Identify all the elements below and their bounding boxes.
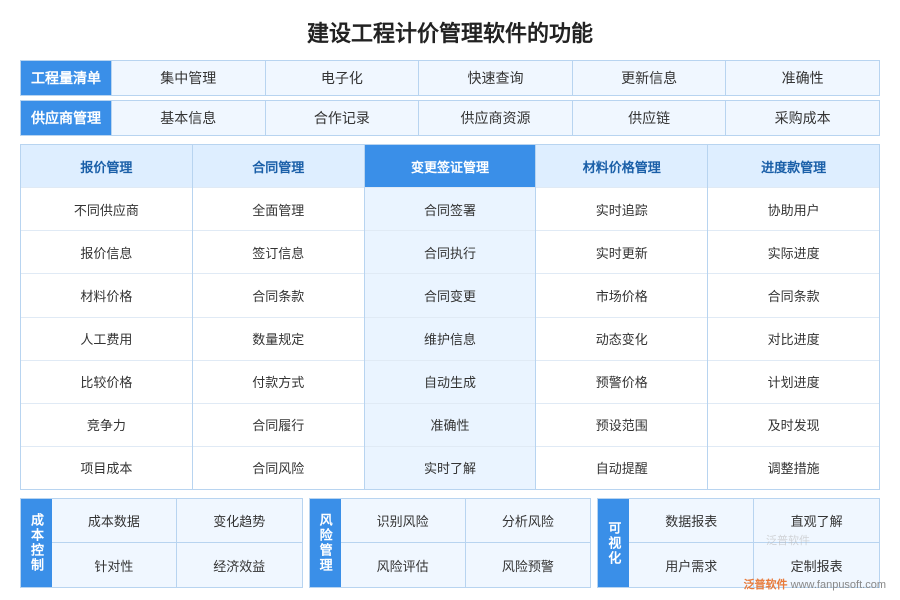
- grid-cell-4-4: 计划进度: [708, 361, 879, 404]
- bottom-cell-0-0: 成本数据: [52, 499, 177, 543]
- row2-cells: 基本信息合作记录供应商资源供应链采购成本: [111, 101, 879, 135]
- logo: 泛普软件 www.fanpusoft.com: [744, 576, 886, 592]
- bottom-cell-2-0: 数据报表: [629, 499, 754, 543]
- row1: 工程量清单 集中管理电子化快速查询更新信息准确性: [20, 60, 880, 96]
- row2-cell-4: 采购成本: [725, 101, 879, 135]
- bottom-section: 成本控制成本数据变化趋势针对性经济效益风险管理识别风险分析风险风险评估风险预警可…: [20, 498, 880, 588]
- row2-cell-0: 基本信息: [111, 101, 265, 135]
- grid-cell-2-2: 合同变更: [365, 274, 536, 317]
- bottom-grid-0: 成本数据变化趋势针对性经济效益: [52, 499, 302, 587]
- grid-col-1: 合同管理全面管理签订信息合同条款数量规定付款方式合同履行合同风险: [193, 145, 365, 489]
- main-grid: 报价管理不同供应商报价信息材料价格人工费用比较价格竞争力项目成本合同管理全面管理…: [20, 144, 880, 490]
- row1-cell-1: 电子化: [265, 61, 419, 95]
- grid-cell-3-2: 市场价格: [536, 274, 707, 317]
- grid-cell-1-1: 签订信息: [193, 231, 364, 274]
- grid-cell-2-1: 合同执行: [365, 231, 536, 274]
- grid-cell-2-4: 自动生成: [365, 361, 536, 404]
- row1-cell-3: 更新信息: [572, 61, 726, 95]
- row2-cell-2: 供应商资源: [418, 101, 572, 135]
- grid-cell-1-3: 数量规定: [193, 318, 364, 361]
- grid-cell-1-2: 合同条款: [193, 274, 364, 317]
- row1-cell-2: 快速查询: [418, 61, 572, 95]
- page-title: 建设工程计价管理软件的功能: [20, 16, 880, 48]
- grid-cell-4-0: 协助用户: [708, 188, 879, 231]
- grid-cell-4-6: 调整措施: [708, 447, 879, 489]
- bottom-cell-0-2: 针对性: [52, 543, 177, 587]
- bottom-grid-1: 识别风险分析风险风险评估风险预警: [341, 499, 591, 587]
- row1-cell-0: 集中管理: [111, 61, 265, 95]
- top-rows: 工程量清单 集中管理电子化快速查询更新信息准确性 供应商管理 基本信息合作记录供…: [20, 60, 880, 136]
- watermark: 泛普软件: [766, 532, 810, 548]
- row2-cell-1: 合作记录: [265, 101, 419, 135]
- bottom-cell-2-2: 用户需求: [629, 543, 754, 587]
- grid-cell-4-3: 对比进度: [708, 318, 879, 361]
- grid-col-0: 报价管理不同供应商报价信息材料价格人工费用比较价格竞争力项目成本: [21, 145, 193, 489]
- grid-cell-3-4: 预警价格: [536, 361, 707, 404]
- bottom-cell-1-2: 风险评估: [341, 543, 466, 587]
- bottom-cell-0-1: 变化趋势: [177, 499, 302, 543]
- grid-cell-0-0: 不同供应商: [21, 188, 192, 231]
- row2-cell-3: 供应链: [572, 101, 726, 135]
- bottom-block-2: 可视化数据报表直观了解用户需求定制报表: [597, 498, 880, 588]
- grid-cell-3-3: 动态变化: [536, 318, 707, 361]
- grid-cell-1-0: 全面管理: [193, 188, 364, 231]
- grid-col-header-2: 变更签证管理: [365, 145, 536, 188]
- bottom-label-0: 成本控制: [21, 499, 52, 587]
- row2: 供应商管理 基本信息合作记录供应商资源供应链采购成本: [20, 100, 880, 136]
- bottom-grid-2: 数据报表直观了解用户需求定制报表: [629, 499, 879, 587]
- grid-cell-1-4: 付款方式: [193, 361, 364, 404]
- bottom-cell-0-3: 经济效益: [177, 543, 302, 587]
- grid-cell-0-5: 竞争力: [21, 404, 192, 447]
- bottom-cell-1-1: 分析风险: [466, 499, 591, 543]
- grid-col-2: 变更签证管理合同签署合同执行合同变更维护信息自动生成准确性实时了解: [365, 145, 537, 489]
- grid-cell-2-5: 准确性: [365, 404, 536, 447]
- bottom-label-2: 可视化: [598, 499, 629, 587]
- grid-col-header-0: 报价管理: [21, 145, 192, 188]
- grid-cell-0-2: 材料价格: [21, 274, 192, 317]
- grid-cell-1-5: 合同履行: [193, 404, 364, 447]
- grid-cell-4-5: 及时发现: [708, 404, 879, 447]
- grid-cell-3-0: 实时追踪: [536, 188, 707, 231]
- grid-cell-0-1: 报价信息: [21, 231, 192, 274]
- grid-cell-3-1: 实时更新: [536, 231, 707, 274]
- grid-cell-0-4: 比较价格: [21, 361, 192, 404]
- row1-cell-4: 准确性: [725, 61, 879, 95]
- grid-cell-3-5: 预设范围: [536, 404, 707, 447]
- bottom-block-0: 成本控制成本数据变化趋势针对性经济效益: [20, 498, 303, 588]
- grid-col-header-3: 材料价格管理: [536, 145, 707, 188]
- grid-cell-0-6: 项目成本: [21, 447, 192, 489]
- grid-cell-2-0: 合同签署: [365, 188, 536, 231]
- grid-col-header-1: 合同管理: [193, 145, 364, 188]
- row2-label: 供应商管理: [21, 101, 111, 135]
- row1-label: 工程量清单: [21, 61, 111, 95]
- grid-col-header-4: 进度款管理: [708, 145, 879, 188]
- bottom-block-1: 风险管理识别风险分析风险风险评估风险预警: [309, 498, 592, 588]
- bottom-cell-1-0: 识别风险: [341, 499, 466, 543]
- grid-cell-4-1: 实际进度: [708, 231, 879, 274]
- grid-col-3: 材料价格管理实时追踪实时更新市场价格动态变化预警价格预设范围自动提醒: [536, 145, 708, 489]
- bottom-label-1: 风险管理: [310, 499, 341, 587]
- bottom-cell-1-3: 风险预警: [466, 543, 591, 587]
- grid-cell-2-3: 维护信息: [365, 318, 536, 361]
- grid-cell-0-3: 人工费用: [21, 318, 192, 361]
- grid-cell-3-6: 自动提醒: [536, 447, 707, 489]
- grid-cell-2-6: 实时了解: [365, 447, 536, 489]
- grid-cell-4-2: 合同条款: [708, 274, 879, 317]
- grid-cell-1-6: 合同风险: [193, 447, 364, 489]
- row1-cells: 集中管理电子化快速查询更新信息准确性: [111, 61, 879, 95]
- grid-col-4: 进度款管理协助用户实际进度合同条款对比进度计划进度及时发现调整措施: [708, 145, 879, 489]
